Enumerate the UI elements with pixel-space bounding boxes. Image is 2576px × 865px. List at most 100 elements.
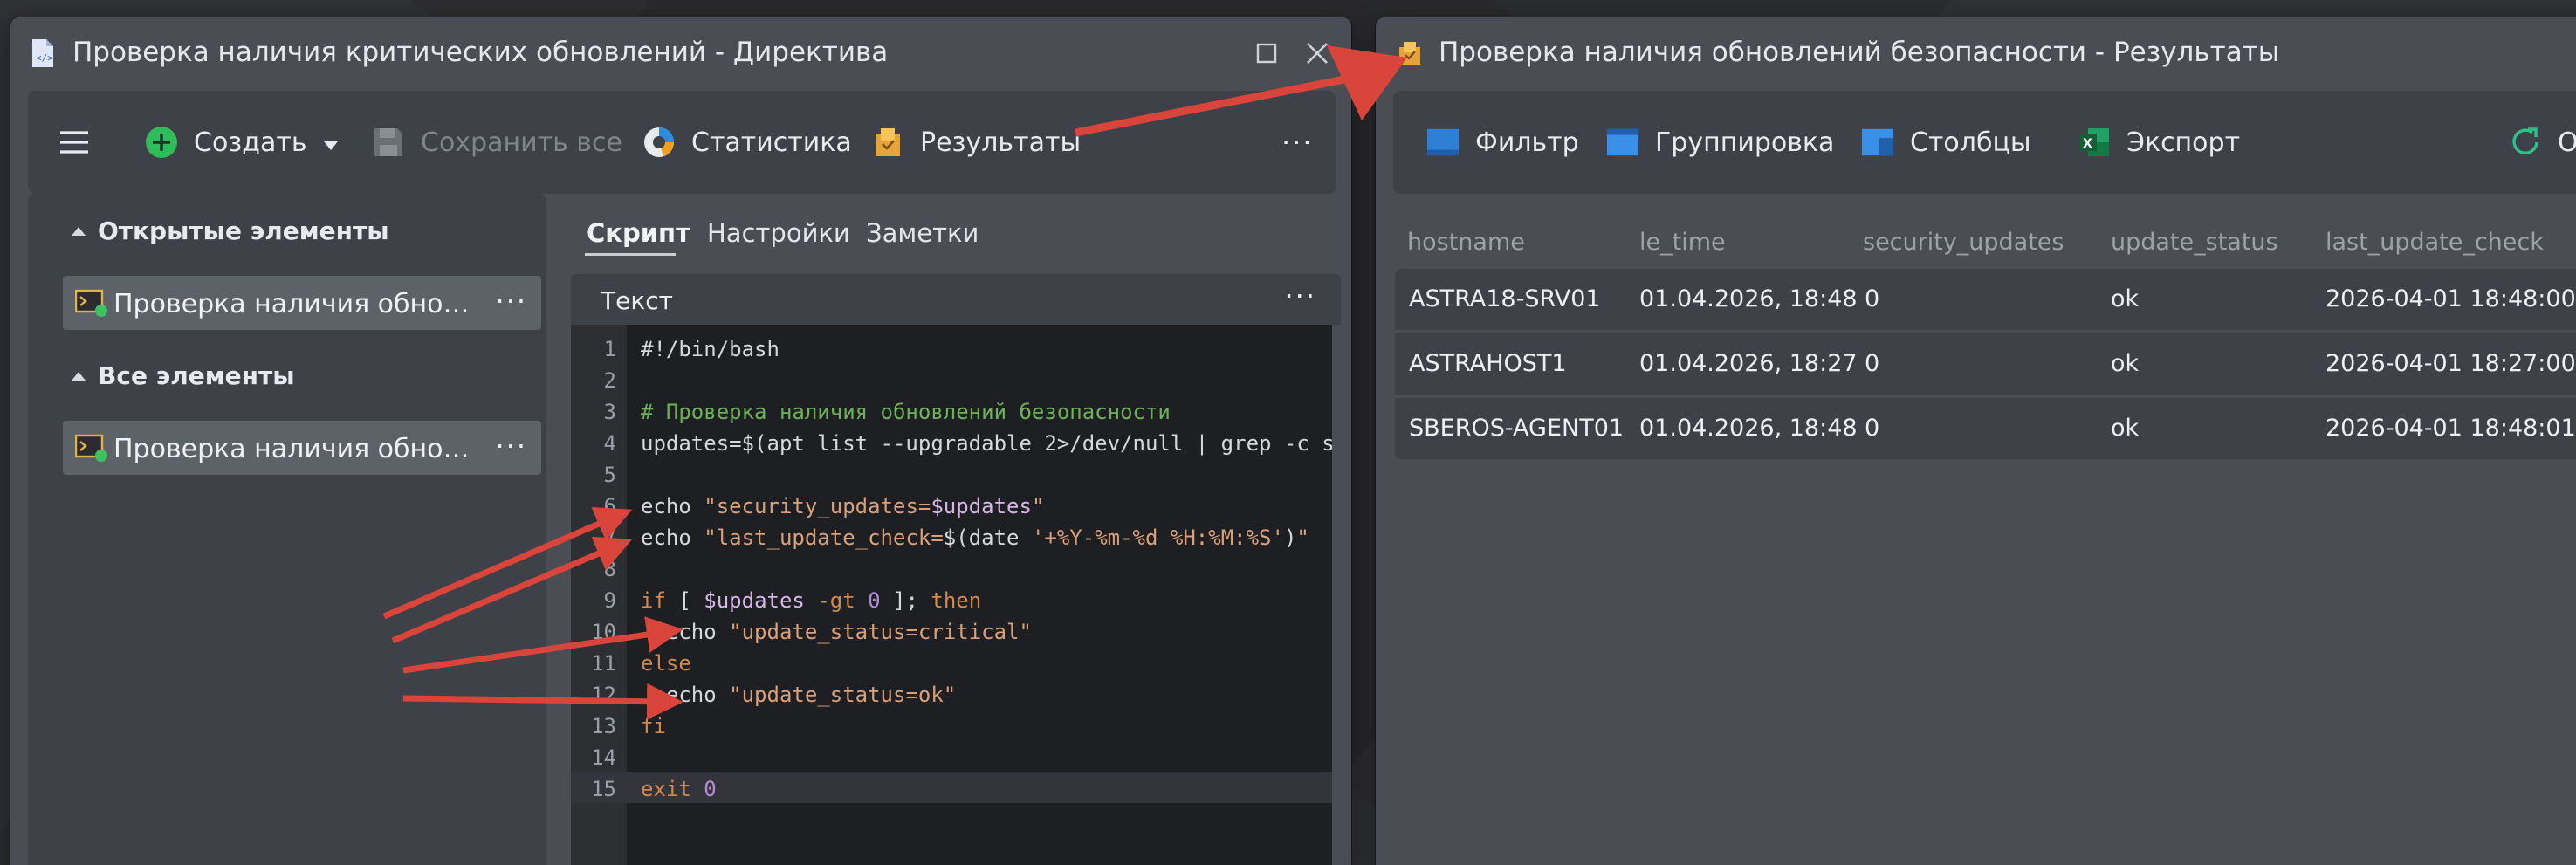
filter-button[interactable]: Фильтр [1426,120,1579,164]
filter-label: Фильтр [1475,127,1579,158]
all-element-label: Проверка наличия обновлений безопасности [113,434,480,464]
script-document-icon: </> [30,38,56,68]
refresh-button[interactable]: Обновить [2509,120,2576,164]
code-line-current: 15 exit 0 [571,772,1332,803]
pie-chart-icon [642,126,676,159]
code-line: 2 [603,368,616,393]
columns-icon [1861,126,1894,159]
window-title: Проверка наличия критических обновлений … [72,37,889,68]
create-label: Создать [194,127,307,158]
cell-hostname: SBEROS-AGENT01 [1409,415,1625,442]
collapse-triangle-icon [72,371,86,381]
window-title: Проверка наличия обновлений безопасности… [1439,37,2280,68]
item-more-button[interactable]: ··· [495,429,527,463]
save-disk-icon [372,126,405,159]
code-line: 11 else [591,651,691,676]
table-row[interactable]: SBEROS-AGENT01 01.04.2026, 18:48 0 ok 20… [1395,398,2576,459]
directive-titlebar: </> Проверка наличия критических обновле… [10,17,1351,89]
refresh-label: Обновить [2558,127,2576,158]
cell-last-update-check: 2026-04-01 18:27:00 [2325,350,2576,377]
close-button[interactable] [1301,37,1334,70]
table-row[interactable]: ASTRA18-SRV01 01.04.2026, 18:48 0 ok 202… [1395,269,2576,330]
collapse-triangle-icon [72,226,86,236]
results-button[interactable]: Результаты [871,120,1081,164]
active-tab-underline [585,253,676,256]
all-element-item[interactable]: Проверка наличия обновлений безопасности… [63,421,541,475]
statistics-label: Статистика [691,127,852,158]
group-button[interactable]: Группировка [1606,120,1834,164]
cell-le-time: 01.04.2026, 18:48 [1639,415,1858,442]
save-all-button[interactable]: Сохранить все [372,120,622,164]
statistics-button[interactable]: Статистика [642,120,852,164]
editor-header: Текст ··· [571,274,1341,325]
svg-text:</>: </> [36,52,53,64]
cell-security-updates: 0 [1865,415,1880,442]
group-label: Группировка [1655,127,1835,158]
filter-icon [1426,126,1460,159]
code-line: 14 [591,745,616,770]
caret-down-icon [323,127,339,158]
open-element-label: Проверка наличия обновлений безопасности [113,289,480,319]
code-line: 6 echo "security_updates=$updates" [603,494,1045,518]
cell-update-status: ok [2111,415,2140,442]
editor-more-button[interactable]: ··· [1284,279,1316,312]
tab-settings[interactable]: Настройки [707,218,850,248]
export-button[interactable]: X Экспорт [2078,120,2240,164]
item-more-button[interactable]: ··· [495,285,527,318]
cell-hostname: ASTRAHOST1 [1409,350,1567,377]
code-line: 8 [603,557,616,581]
export-label: Экспорт [2126,127,2241,158]
code-line: 9 if [ $updates -gt 0 ]; then [603,588,982,613]
code-line: 12 echo "update_status=ok" [591,683,957,707]
open-element-item[interactable]: Проверка наличия обновлений безопасности… [63,276,541,330]
results-box-icon [871,126,904,159]
open-elements-header[interactable]: Открытые элементы [72,216,389,245]
maximize-button[interactable] [1250,37,1283,70]
directive-toolbar: Создать Сохранить все Статистика Результ… [28,91,1336,194]
editor-title: Текст [601,286,673,315]
column-header-hostname[interactable]: hostname [1407,229,1525,256]
cell-last-update-check: 2026-04-01 18:48:01 [2325,415,2576,442]
all-elements-header[interactable]: Все элементы [72,361,295,390]
terminal-script-icon [74,288,108,318]
column-header-le-time[interactable]: le_time [1639,229,1726,256]
code-line: 1 #!/bin/bash [603,337,780,361]
menu-button[interactable] [58,120,91,164]
cell-update-status: ok [2111,285,2140,312]
terminal-script-icon [74,433,108,463]
cell-le-time: 01.04.2026, 18:48 [1639,285,1858,312]
toolbar-more-button[interactable]: ··· [1281,120,1314,164]
svg-text:X: X [2083,137,2092,151]
code-line: 7 echo "last_update_check=$(date '+%Y-%m-… [603,525,1309,550]
plus-circle-icon [145,126,178,159]
cell-le-time: 01.04.2026, 18:27 [1639,350,1858,377]
code-line: 5 [603,463,616,487]
column-header-security-updates[interactable]: security_updates [1863,229,2064,256]
results-titlebar: Проверка наличия обновлений безопасности… [1376,17,2576,89]
save-all-label: Сохранить все [421,127,622,158]
columns-button[interactable]: Столбцы [1861,120,2031,164]
hamburger-icon [58,126,91,159]
excel-icon: X [2078,126,2111,159]
table-row[interactable]: ASTRAHOST1 01.04.2026, 18:27 0 ok 2026-0… [1395,333,2576,395]
maximize-icon [1256,43,1277,64]
code-line: 4 updates=$(apt list --upgradable 2>/dev/… [603,431,1332,456]
cell-last-update-check: 2026-04-01 18:48:00 [2325,285,2576,312]
column-header-last-update-check[interactable]: last_update_check [2325,229,2544,256]
results-label: Результаты [920,127,1082,158]
columns-label: Столбцы [1910,127,2031,158]
code-line: 3 # Проверка наличия обновлений безопасно… [603,400,1171,424]
close-icon [1307,43,1328,64]
cell-update-status: ok [2111,350,2140,377]
code-editor[interactable]: 1 #!/bin/bash 2 3 # Проверка наличия обнов… [571,325,1332,865]
grouping-icon [1606,126,1639,159]
refresh-icon [2509,126,2542,159]
column-header-update-status[interactable]: update_status [2111,229,2278,256]
tab-notes[interactable]: Заметки [866,218,979,248]
results-toolbar: Фильтр Группировка Столбцы X Экспорт Обн… [1393,91,2576,194]
tab-script[interactable]: Скрипт [587,218,690,248]
code-line: 10 echo "update_status=critical" [591,620,1032,644]
cell-security-updates: 0 [1865,350,1880,377]
code-line: 13 fi [591,714,666,738]
create-button[interactable]: Создать [145,120,339,164]
